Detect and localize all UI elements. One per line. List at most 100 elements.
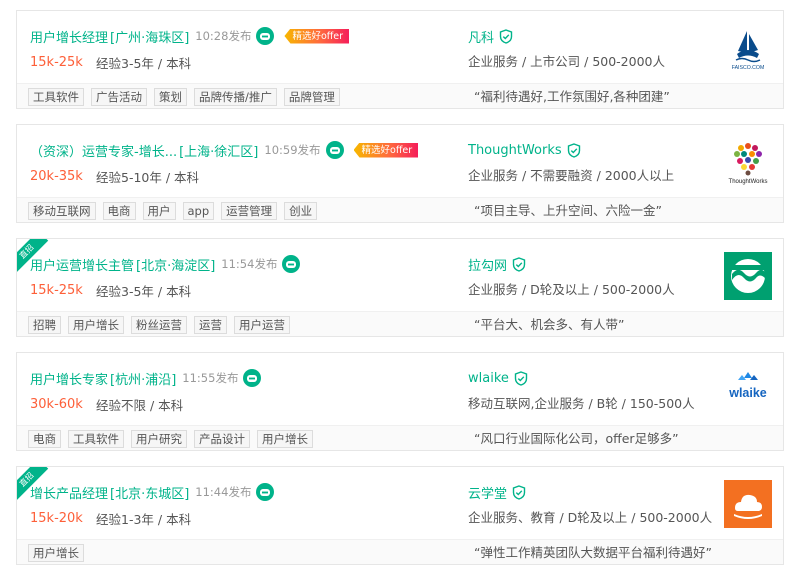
- tag[interactable]: 用户运营: [234, 316, 290, 334]
- tag[interactable]: 工具软件: [28, 88, 84, 106]
- job-location[interactable]: [上海·徐汇区]: [179, 141, 258, 160]
- job-publish-time: 11:54发布: [221, 257, 278, 271]
- offer-badge: 精选好offer: [353, 142, 419, 158]
- company-logo[interactable]: [724, 480, 772, 528]
- tag[interactable]: 招聘: [28, 316, 61, 334]
- yunxuetang-cloud-logo-icon: [734, 494, 762, 519]
- job-card[interactable]: 用户增长专家 [杭州·浦沿] 11:55发布 30k-60k 经验不限 / 本科…: [16, 352, 784, 451]
- company-line: wlaike: [468, 369, 528, 387]
- tag[interactable]: 创业: [284, 202, 318, 220]
- job-card[interactable]: 用户增长经理 [广州·海珠区] 10:28发布 精选好offer 15k-25k…: [16, 10, 784, 109]
- company-slogan: “福利待遇好,工作氛围好,各种团建”: [474, 89, 670, 104]
- job-card-main: 用户增长经理 [广州·海珠区] 10:28发布 精选好offer 15k-25k…: [17, 11, 783, 83]
- chat-icon[interactable]: [256, 483, 275, 501]
- company-slogan: “项目主导、上升空间、六险一金”: [474, 203, 662, 218]
- job-card[interactable]: 直招 用户运营增长主管 [北京·海淀区] 11:54发布 15k-25k 经验3…: [16, 238, 784, 337]
- chat-icon[interactable]: [256, 27, 275, 45]
- company-slogan: “平台大、机会多、有人带”: [474, 317, 625, 332]
- tag[interactable]: app: [182, 202, 215, 220]
- job-location[interactable]: [北京·海淀区]: [136, 255, 215, 274]
- chat-icon[interactable]: [282, 255, 301, 273]
- job-title[interactable]: 用户增长专家: [30, 369, 108, 388]
- job-card[interactable]: （资深）运营专家-增长... [上海·徐汇区] 10:59发布 精选好offer…: [16, 124, 784, 223]
- job-card-main: （资深）运营专家-增长... [上海·徐汇区] 10:59发布 精选好offer…: [17, 125, 783, 197]
- job-meta: 20k-35k 经验5-10年 / 本科: [30, 167, 199, 185]
- offer-badge: 精选好offer: [284, 28, 350, 44]
- tag[interactable]: 用户增长: [257, 430, 313, 448]
- tag[interactable]: 品牌传播/推广: [194, 88, 277, 106]
- tag[interactable]: 工具软件: [68, 430, 124, 448]
- company-slogan: “风口行业国际化公司，offer足够多”: [474, 431, 679, 446]
- job-title[interactable]: 增长产品经理: [30, 483, 108, 502]
- job-location[interactable]: [广州·海珠区]: [110, 27, 189, 46]
- job-title[interactable]: （资深）运营专家-增长...: [30, 141, 177, 160]
- tag[interactable]: 广告活动: [91, 88, 147, 106]
- faisco-ship-logo-icon: FAISCO.COM: [732, 31, 765, 71]
- company-info: 企业服务 / 上市公司 / 500-2000人: [468, 54, 665, 69]
- job-title-line: 用户运营增长主管 [北京·海淀区] 11:54发布: [30, 255, 301, 274]
- job-title[interactable]: 用户运营增长主管: [30, 255, 134, 274]
- job-salary: 15k-20k: [30, 510, 83, 526]
- job-title-line: 增长产品经理 [北京·东城区] 11:44发布: [30, 483, 275, 502]
- tag[interactable]: 用户增长: [68, 316, 124, 334]
- company-line: 拉勾网: [468, 255, 526, 274]
- company-line: 凡科: [468, 27, 513, 46]
- tag-list: 工具软件 广告活动 策划 品牌传播/推广 品牌管理: [28, 88, 347, 106]
- job-publish-time: 10:59发布: [264, 143, 321, 157]
- tag[interactable]: 移动互联网: [28, 202, 96, 220]
- job-requirements: 经验5-10年 / 本科: [96, 169, 200, 185]
- job-requirements: 经验1-3年 / 本科: [96, 511, 192, 527]
- company-name[interactable]: wlaike: [468, 371, 509, 386]
- job-publish-time: 10:28发布: [195, 29, 252, 43]
- company-logo[interactable]: FAISCO.COM: [724, 24, 772, 72]
- job-card-footer: 用户增长 “弹性工作精英团队大数据平台福利待遇好”: [17, 539, 783, 564]
- logo-wordmark: ThoughtWorks: [729, 179, 768, 185]
- tag[interactable]: 产品设计: [194, 430, 250, 448]
- job-location[interactable]: [北京·东城区]: [110, 483, 189, 502]
- job-title-line: 用户增长专家 [杭州·浦沿] 11:55发布: [30, 369, 262, 388]
- job-requirements: 经验不限 / 本科: [96, 397, 184, 413]
- chat-icon[interactable]: [243, 369, 262, 387]
- tag[interactable]: 粉丝运营: [131, 316, 187, 334]
- tag[interactable]: 用户研究: [131, 430, 187, 448]
- job-salary: 20k-35k: [30, 168, 83, 184]
- company-info: 企业服务 / 不需要融资 / 2000人以上: [468, 168, 675, 183]
- tag[interactable]: 用户增长: [28, 544, 84, 562]
- job-meta: 15k-20k 经验1-3年 / 本科: [30, 509, 191, 527]
- verified-shield-icon: [514, 370, 528, 386]
- job-title-line: 用户增长经理 [广州·海珠区] 10:28发布 精选好offer: [30, 27, 350, 46]
- tag-list: 用户增长: [28, 544, 91, 562]
- company-slogan: “弹性工作精英团队大数据平台福利待遇好”: [474, 545, 712, 560]
- job-card-main: 用户运营增长主管 [北京·海淀区] 11:54发布 15k-25k 经验3-5年…: [17, 239, 783, 311]
- company-logo[interactable]: ThoughtWorks: [724, 138, 772, 186]
- company-name[interactable]: 拉勾网: [468, 255, 507, 274]
- job-card[interactable]: 直招 增长产品经理 [北京·东城区] 11:44发布 15k-20k 经验1-3…: [16, 466, 784, 565]
- job-publish-time: 11:55发布: [182, 371, 239, 385]
- job-location[interactable]: [杭州·浦沿]: [110, 369, 176, 388]
- tag[interactable]: 策划: [154, 88, 187, 106]
- tag[interactable]: 品牌管理: [283, 88, 340, 106]
- company-info: 企业服务、教育 / D轮及以上 / 500-2000人: [468, 510, 713, 525]
- tag[interactable]: 电商: [102, 202, 136, 220]
- tag[interactable]: 运营: [194, 316, 227, 334]
- verified-shield-icon: [499, 28, 513, 44]
- company-logo[interactable]: wlaike: [724, 366, 772, 414]
- tag[interactable]: 电商: [28, 430, 61, 448]
- job-salary: 15k-25k: [30, 54, 83, 70]
- job-card-footer: 移动互联网 电商 用户 app 运营管理 创业 “项目主导、上升空间、六险一金”: [17, 197, 783, 222]
- tag[interactable]: 用户: [142, 202, 176, 220]
- job-meta: 30k-60k 经验不限 / 本科: [30, 395, 183, 413]
- job-card-footer: 电商 工具软件 用户研究 产品设计 用户增长 “风口行业国际化公司，offer足…: [17, 425, 783, 450]
- company-logo[interactable]: [724, 252, 772, 300]
- tag-list: 电商 工具软件 用户研究 产品设计 用户增长: [28, 430, 320, 448]
- tag[interactable]: 运营管理: [221, 202, 278, 220]
- verified-shield-icon: [512, 484, 526, 500]
- tag-list: 移动互联网 电商 用户 app 运营管理 创业: [28, 202, 324, 220]
- company-name[interactable]: 凡科: [468, 27, 494, 46]
- logo-wordmark: FAISCO.COM: [732, 65, 765, 71]
- job-meta: 15k-25k 经验3-5年 / 本科: [30, 53, 191, 71]
- company-name[interactable]: 云学堂: [468, 483, 507, 502]
- job-title[interactable]: 用户增长经理: [30, 27, 108, 46]
- chat-icon[interactable]: [325, 141, 344, 159]
- company-name[interactable]: ThoughtWorks: [468, 143, 562, 158]
